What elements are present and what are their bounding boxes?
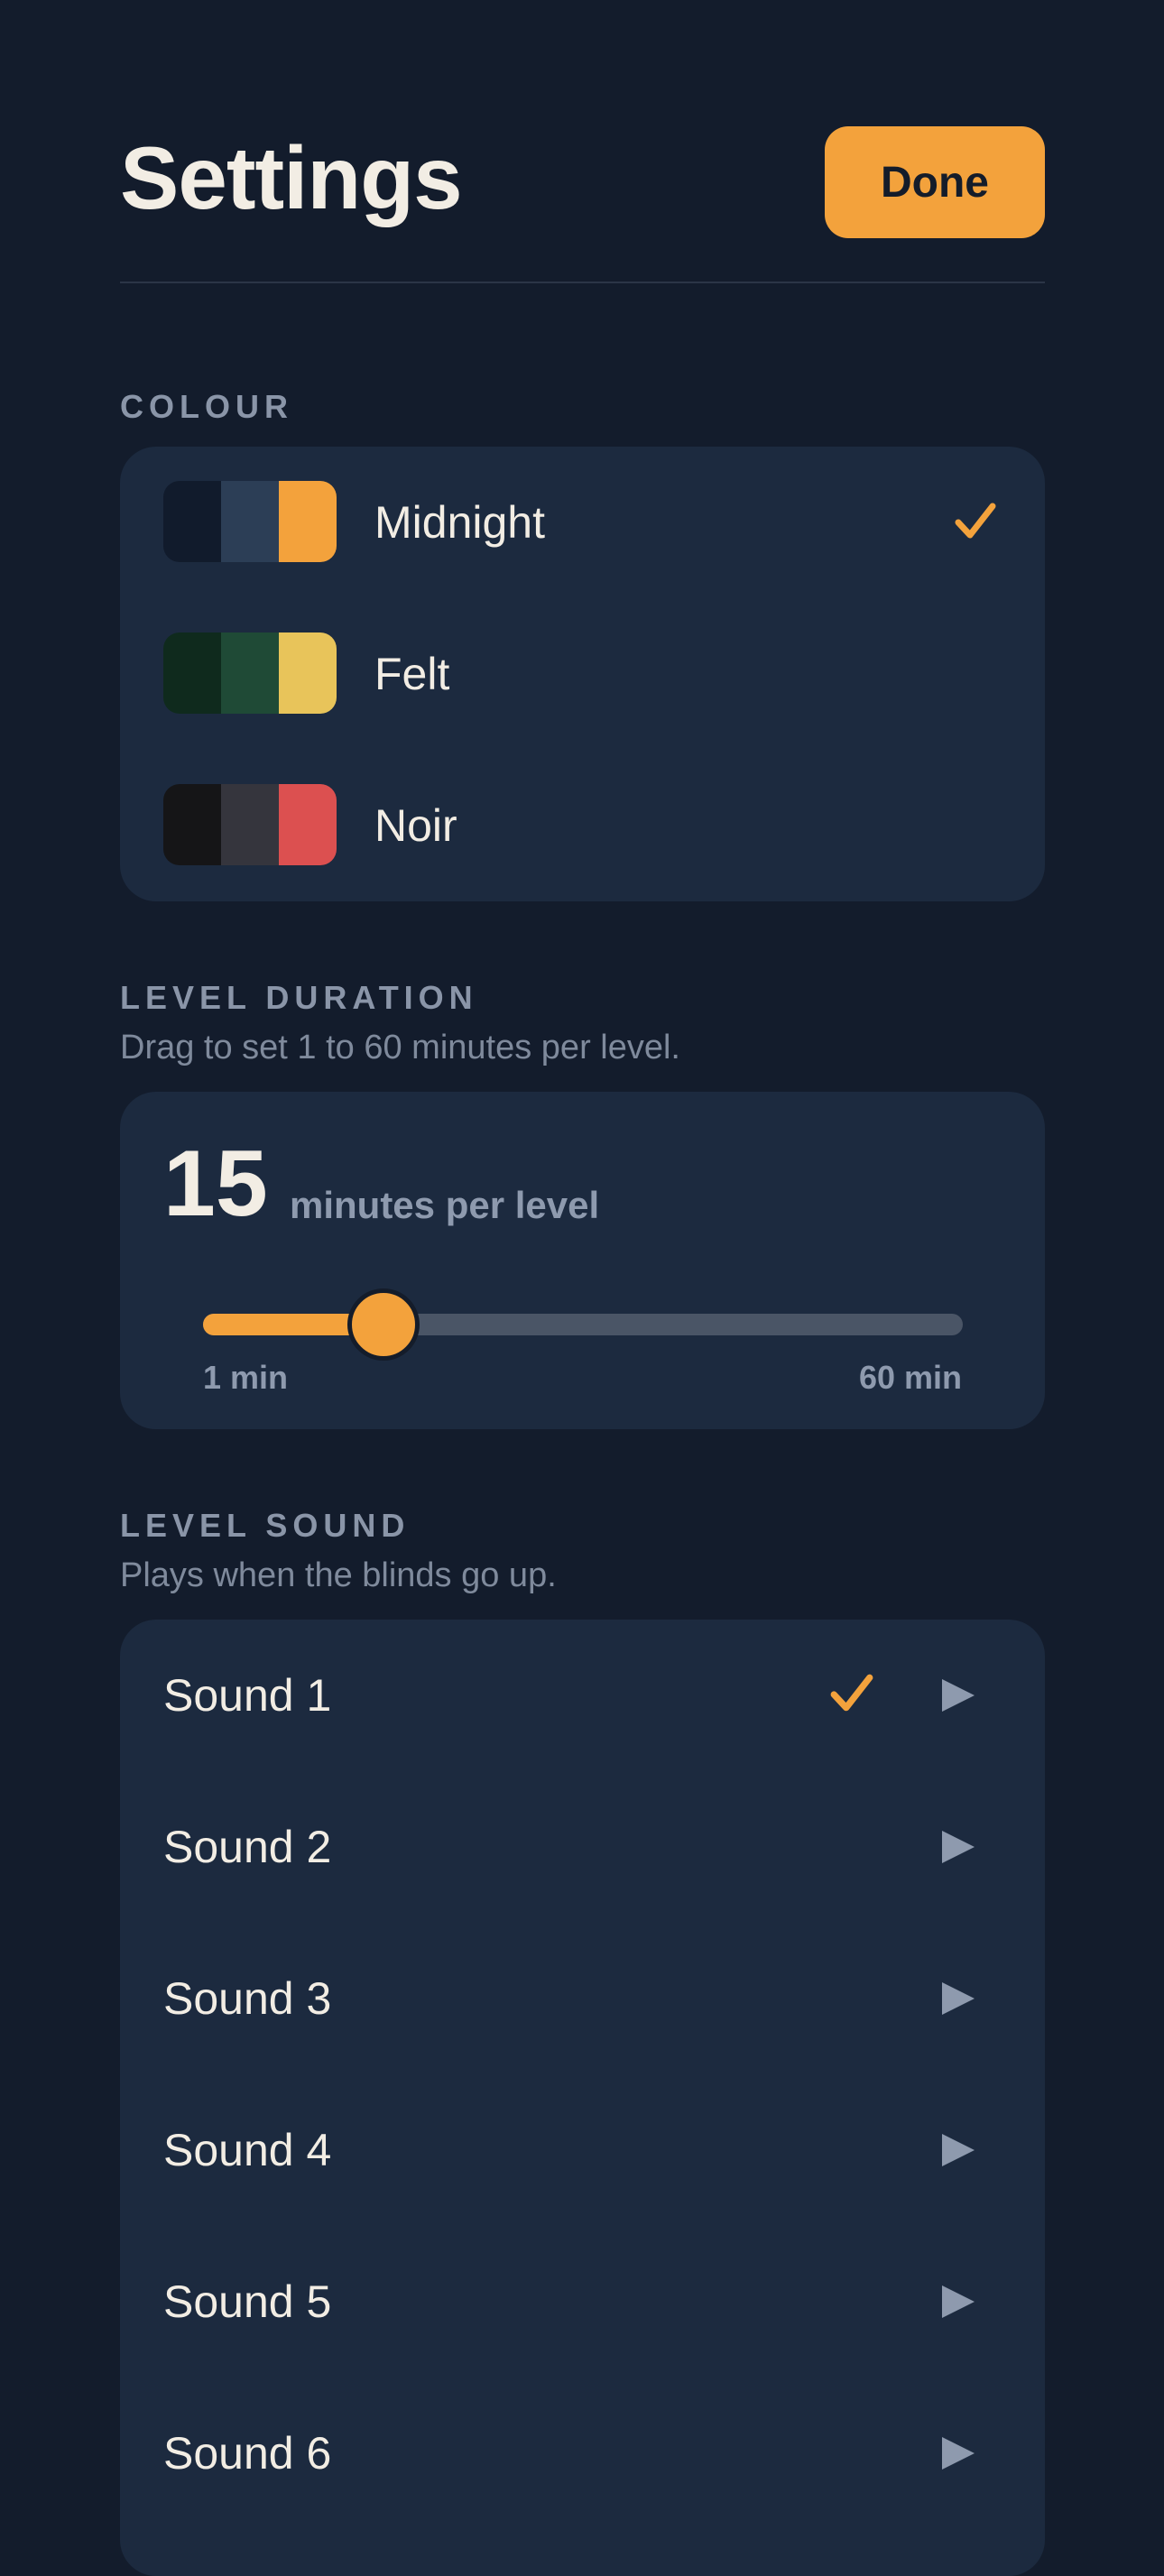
sound-option-4[interactable]: Sound 4 — [120, 2074, 1045, 2226]
colour-card: Midnight Felt Noir — [120, 447, 1045, 901]
sound-name: Sound 4 — [163, 2125, 332, 2175]
play-icon[interactable] — [940, 2132, 976, 2168]
play-icon[interactable] — [940, 1980, 976, 2017]
duration-card: 15 minutes per level 1 min 60 min — [120, 1092, 1045, 1429]
sound-option-5[interactable]: Sound 5 — [120, 2226, 1045, 2377]
sound-name: Sound 1 — [163, 1670, 332, 1721]
theme-name: Noir — [374, 800, 457, 851]
checkmark-icon — [830, 1674, 873, 1712]
duration-subtitle: Drag to set 1 to 60 minutes per level. — [120, 1029, 680, 1066]
play-icon[interactable] — [940, 1677, 976, 1713]
duration-slider[interactable] — [203, 1288, 963, 1361]
sound-option-2[interactable]: Sound 2 — [120, 1771, 1045, 1923]
theme-swatch — [163, 481, 337, 562]
theme-swatch — [163, 632, 337, 714]
theme-option-midnight[interactable]: Midnight — [120, 447, 1045, 598]
sound-card: Sound 1 Sound 2 Sound 3 Sound 4 Sound 5 … — [120, 1620, 1045, 2576]
done-button[interactable]: Done — [825, 126, 1045, 238]
sound-section-label: LEVEL SOUND — [120, 1507, 411, 1544]
theme-swatch — [163, 784, 337, 865]
sound-name: Sound 3 — [163, 1973, 332, 2024]
theme-option-felt[interactable]: Felt — [120, 598, 1045, 750]
checkmark-icon — [955, 503, 996, 539]
sound-option-6[interactable]: Sound 6 — [120, 2377, 1045, 2529]
slider-min-label: 1 min — [203, 1359, 289, 1396]
duration-unit: minutes per level — [290, 1184, 600, 1226]
slider-max-label: 60 min — [858, 1359, 962, 1396]
play-icon[interactable] — [940, 1829, 976, 1865]
header: Settings Done — [120, 126, 1045, 283]
theme-name: Felt — [374, 649, 450, 699]
theme-name: Midnight — [374, 497, 545, 548]
sound-option-1[interactable]: Sound 1 — [120, 1620, 1045, 1771]
duration-section-label: LEVEL DURATION — [120, 979, 478, 1016]
sound-name: Sound 2 — [163, 1822, 332, 1872]
slider-thumb[interactable] — [346, 1288, 420, 1361]
theme-option-noir[interactable]: Noir — [120, 750, 1045, 901]
sound-name: Sound 5 — [163, 2276, 332, 2327]
sound-option-3[interactable]: Sound 3 — [120, 1923, 1045, 2074]
duration-value: 15 — [163, 1131, 268, 1236]
play-icon[interactable] — [940, 2435, 976, 2471]
sound-subtitle: Plays when the blinds go up. — [120, 1556, 557, 1594]
sound-name: Sound 6 — [163, 2428, 332, 2479]
colour-section-label: COLOUR — [120, 388, 293, 425]
play-icon[interactable] — [940, 2284, 976, 2320]
page-title: Settings — [120, 128, 463, 227]
